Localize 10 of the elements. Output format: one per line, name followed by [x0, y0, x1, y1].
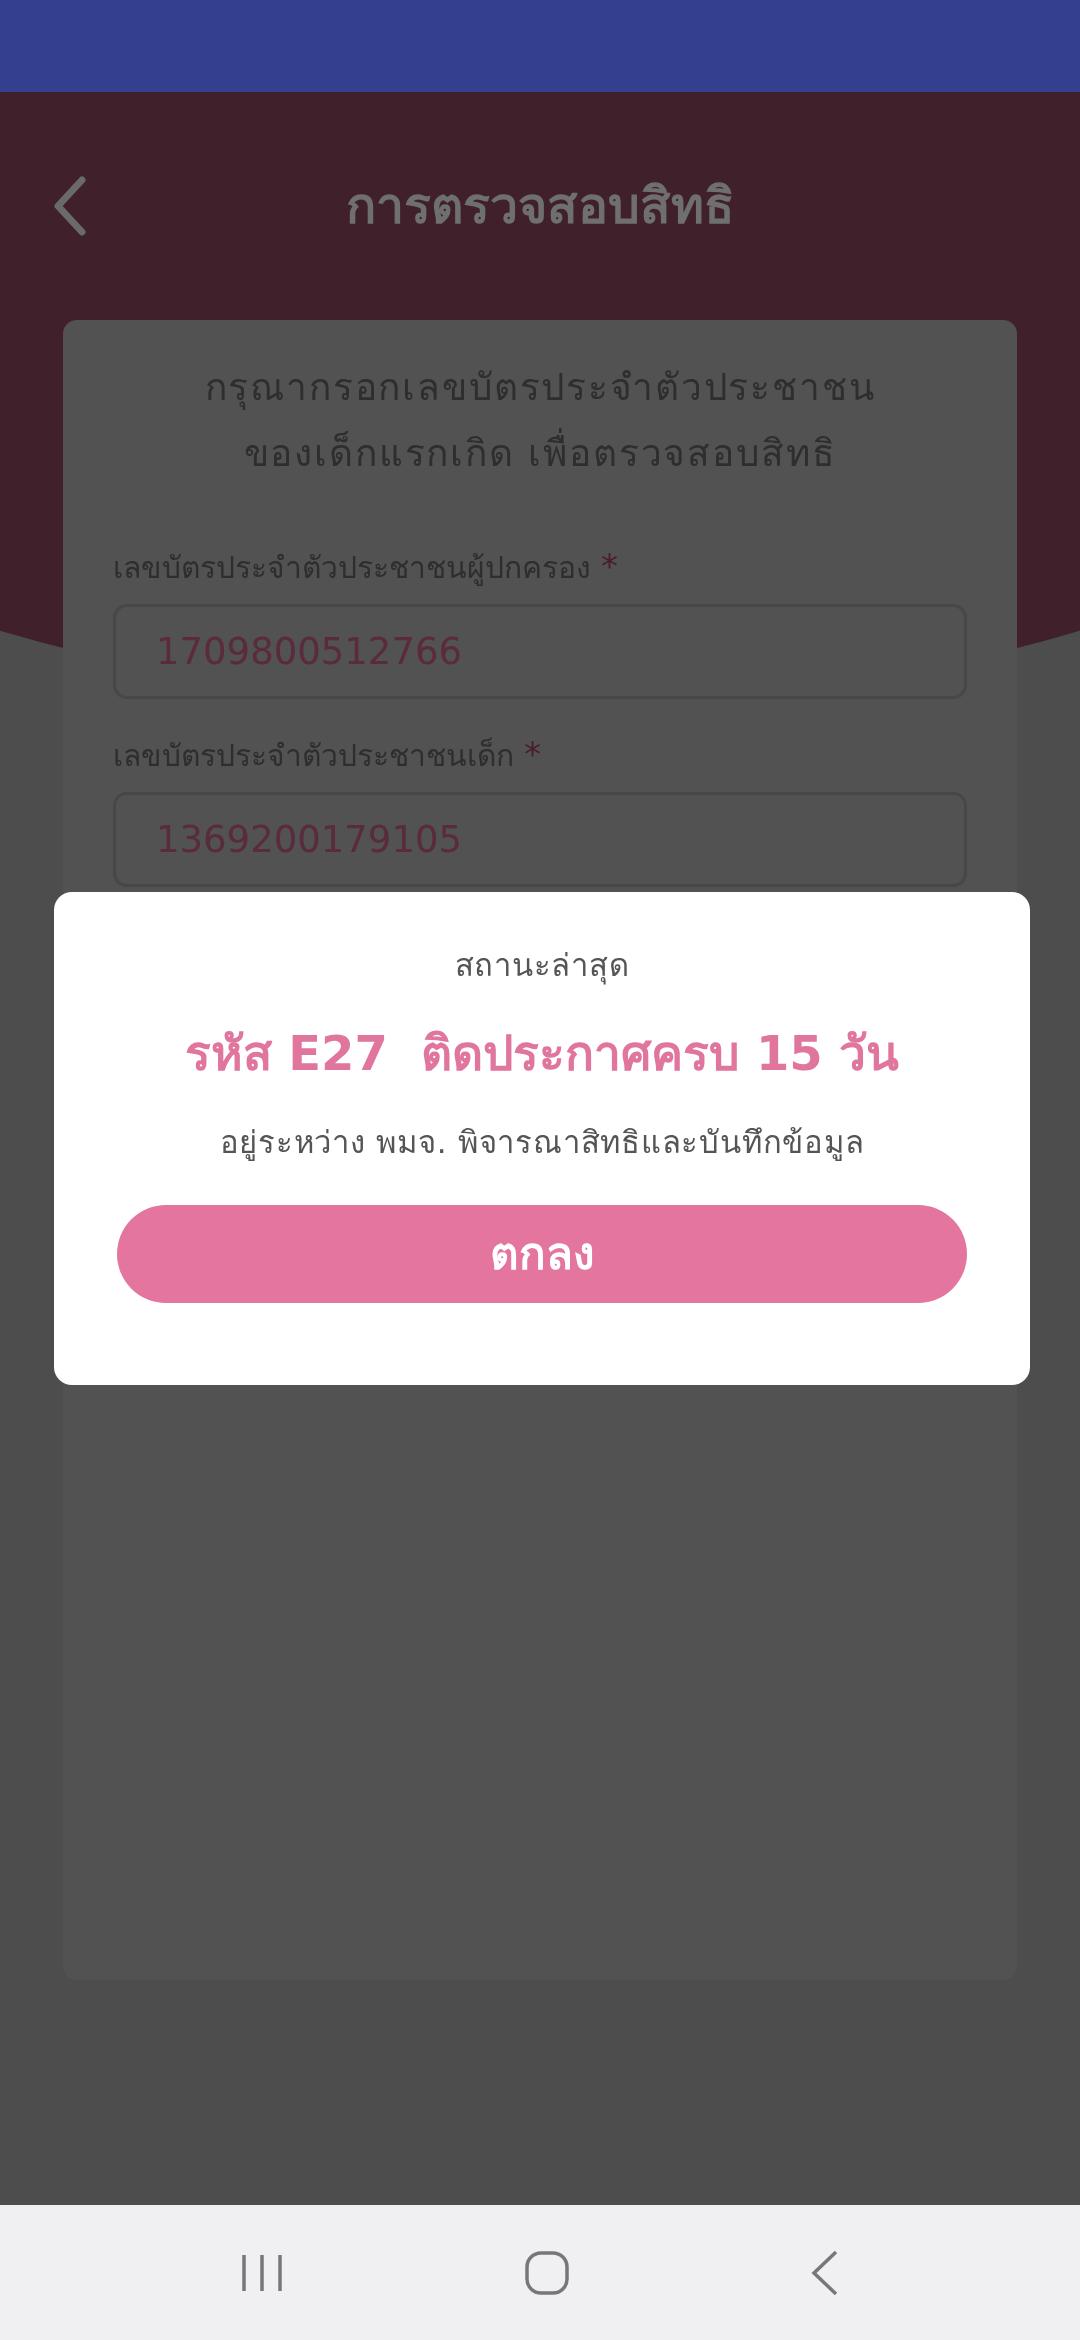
required-mark: * — [524, 733, 541, 776]
home-icon[interactable] — [524, 2249, 570, 2296]
back-icon[interactable] — [810, 2248, 840, 2297]
ok-button[interactable]: ตกลง — [117, 1205, 967, 1303]
page-title: การตรวจสอบสิทธิ — [345, 175, 735, 237]
status-message: อยู่ระหว่าง พมจ. พิจารณาสิทธิและบันทึกข้อมูล — [219, 1122, 865, 1163]
status-heading: รหัส E27 ติดประกาศครบ 15 วัน — [184, 1023, 900, 1083]
dialog-title: สถานะล่าสุด — [454, 946, 630, 987]
required-mark: * — [601, 545, 618, 588]
recent-apps-icon[interactable] — [240, 2252, 284, 2293]
